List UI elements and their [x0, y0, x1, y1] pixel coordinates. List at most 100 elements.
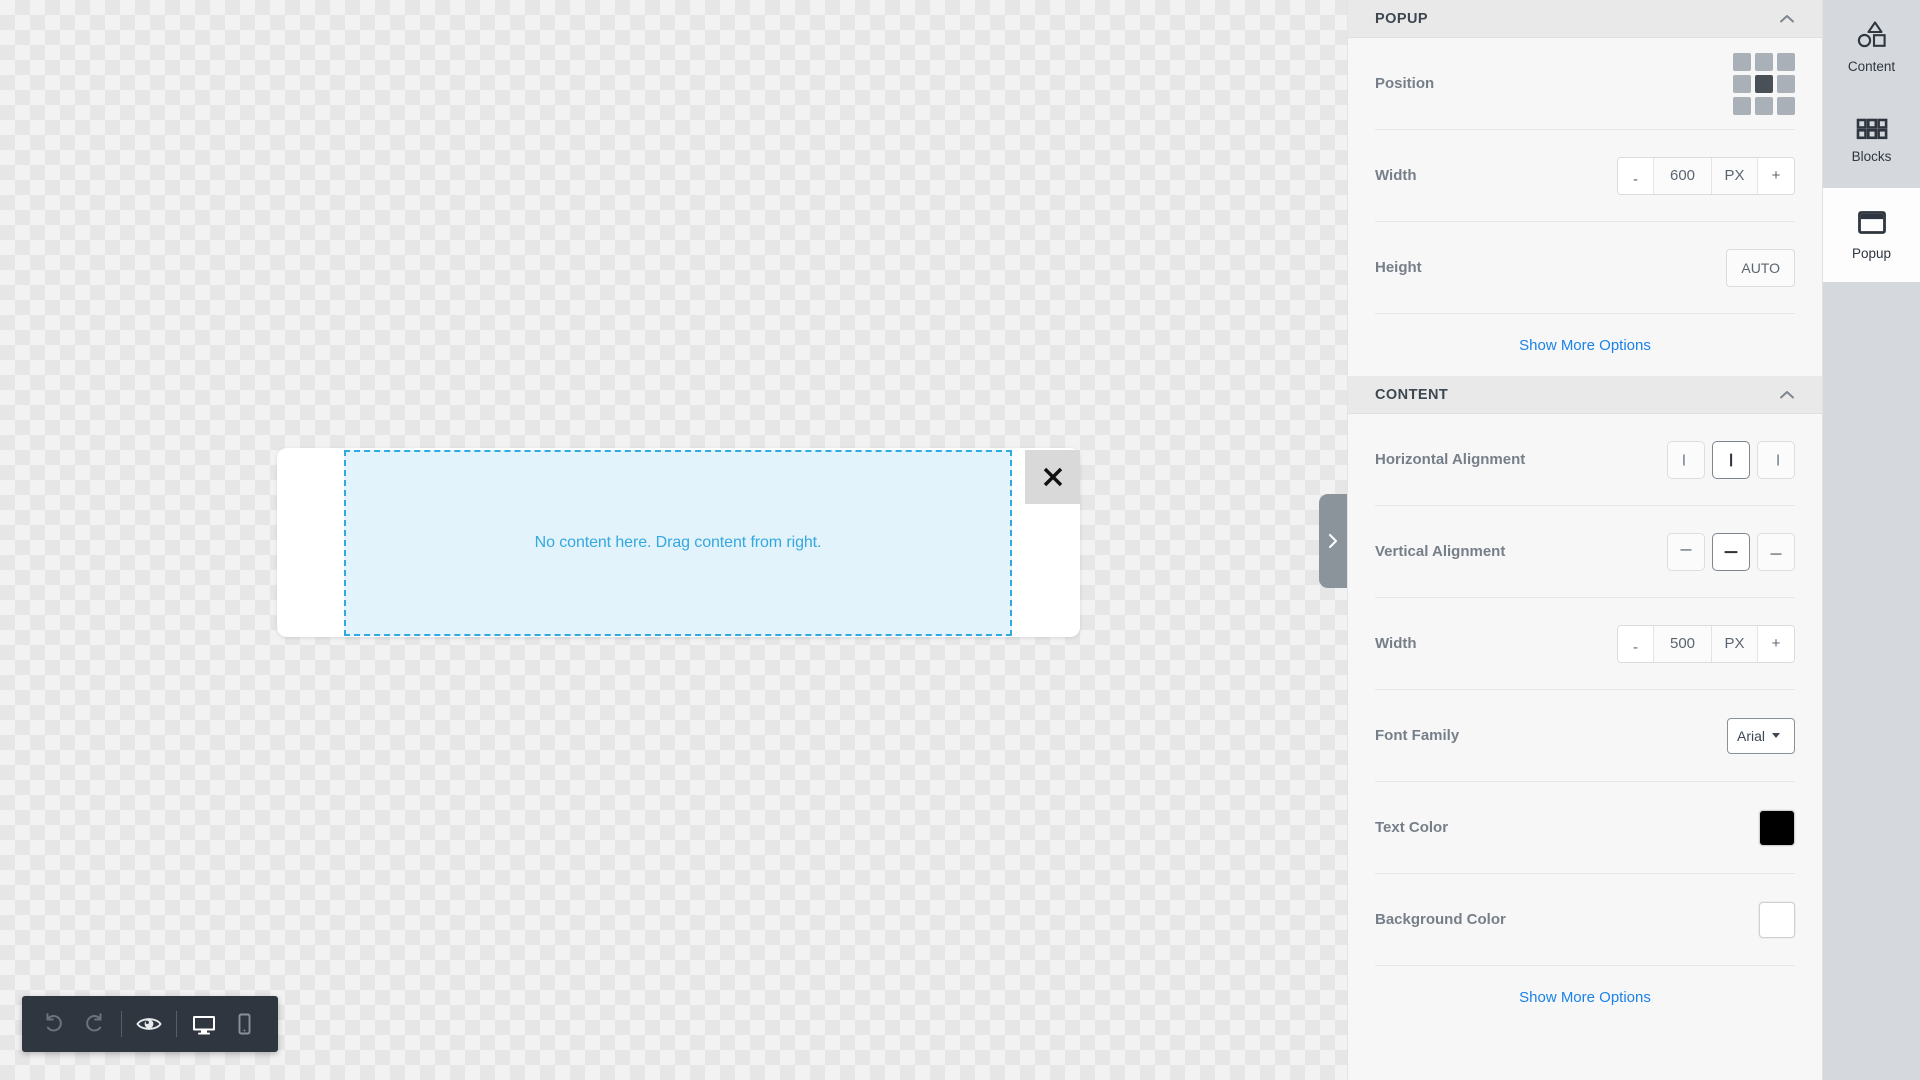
- popup-height-auto-button[interactable]: AUTO: [1726, 248, 1795, 287]
- align-middle-button[interactable]: [1712, 532, 1750, 571]
- popup-width-stepper[interactable]: - 600 PX +: [1617, 156, 1795, 195]
- popup-close-button[interactable]: [1025, 450, 1080, 504]
- content-show-more-options-link[interactable]: Show More Options: [1519, 989, 1651, 1006]
- position-cell-bottom-center[interactable]: [1755, 96, 1773, 115]
- rail-item-popup[interactable]: Popup: [1823, 188, 1920, 282]
- mobile-view-button[interactable]: [224, 1004, 264, 1044]
- label-text-color: Text Color: [1375, 819, 1449, 836]
- section-body-content: Horizontal Alignment Vertical Alignment …: [1348, 414, 1822, 1028]
- label-font-family: Font Family: [1375, 727, 1460, 744]
- font-family-select[interactable]: Arial: [1727, 717, 1795, 754]
- label-content-width: Width: [1375, 635, 1417, 652]
- rail-label-popup: Popup: [1851, 246, 1892, 261]
- label-popup-width: Width: [1375, 167, 1417, 184]
- background-color-swatch[interactable]: [1759, 901, 1795, 938]
- undo-arrow-icon: [46, 1013, 62, 1032]
- align-left-icon: [1683, 454, 1685, 465]
- label-vertical-alignment: Vertical Alignment: [1375, 543, 1506, 560]
- popup-show-more-options-link[interactable]: Show More Options: [1519, 337, 1651, 354]
- row-background-color: Background Color: [1375, 874, 1795, 966]
- chevron-right-icon: [1328, 533, 1338, 549]
- right-icon-rail: Content Blocks Popup: [1822, 0, 1920, 1080]
- rail-label-content: Content: [1847, 59, 1896, 74]
- desktop-view-button[interactable]: [184, 1004, 224, 1044]
- grid-blocks-icon: [1856, 118, 1887, 140]
- row-content-width: Width - 500 PX +: [1375, 598, 1795, 690]
- mobile-phone-icon: [238, 1013, 251, 1035]
- position-cell-bottom-right[interactable]: [1777, 96, 1795, 115]
- rail-item-blocks[interactable]: Blocks: [1823, 94, 1920, 188]
- align-right-button[interactable]: [1757, 440, 1795, 479]
- eye-preview-icon: [136, 1018, 162, 1030]
- popup-builder-app: No content here. Drag content from right…: [0, 0, 1920, 1080]
- align-right-icon: [1777, 454, 1779, 465]
- popup-window-icon: [1857, 211, 1886, 234]
- design-canvas[interactable]: No content here. Drag content from right…: [0, 0, 1347, 1080]
- align-top-button[interactable]: [1667, 532, 1705, 571]
- settings-panel[interactable]: POPUP Position Width - 600 PX + Height A…: [1347, 0, 1822, 1080]
- label-popup-height: Height: [1375, 259, 1422, 276]
- content-show-more-options-row: Show More Options: [1375, 966, 1795, 1028]
- rail-label-blocks: Blocks: [1851, 149, 1892, 164]
- section-title-popup: POPUP: [1375, 10, 1429, 27]
- chevron-down-icon: [1772, 733, 1781, 738]
- align-center-button[interactable]: [1712, 440, 1750, 479]
- row-popup-width: Width - 600 PX +: [1375, 130, 1795, 222]
- position-cell-top-left[interactable]: [1733, 52, 1751, 71]
- position-cell-bottom-left[interactable]: [1733, 96, 1751, 115]
- horizontal-alignment-group[interactable]: [1667, 440, 1795, 479]
- toolbar-divider: [121, 1011, 122, 1037]
- align-left-button[interactable]: [1667, 440, 1705, 479]
- popup-width-decrement[interactable]: -: [1618, 157, 1654, 194]
- popup-content-dropzone[interactable]: No content here. Drag content from right…: [344, 450, 1012, 636]
- align-bottom-button[interactable]: [1757, 532, 1795, 571]
- section-header-content[interactable]: CONTENT: [1348, 376, 1822, 414]
- label-position: Position: [1375, 75, 1435, 92]
- position-cell-middle-left[interactable]: [1733, 74, 1751, 93]
- font-family-value: Arial: [1737, 727, 1766, 744]
- panel-collapse-handle[interactable]: [1319, 494, 1347, 588]
- popup-width-increment[interactable]: +: [1758, 157, 1794, 194]
- vertical-alignment-group[interactable]: [1667, 532, 1795, 571]
- label-background-color: Background Color: [1375, 911, 1506, 928]
- row-popup-position: Position: [1375, 38, 1795, 130]
- redo-arrow-icon: [86, 1013, 102, 1032]
- section-body-popup: Position Width - 600 PX + Height AUTO Sh…: [1348, 38, 1822, 376]
- canvas-bottom-toolbar: [22, 996, 278, 1052]
- redo-button[interactable]: [74, 1004, 114, 1044]
- preview-button[interactable]: [129, 1004, 169, 1044]
- rail-item-content[interactable]: Content: [1823, 0, 1920, 94]
- position-cell-middle-center[interactable]: [1755, 74, 1773, 93]
- chevron-up-icon[interactable]: [1778, 389, 1796, 401]
- content-width-increment[interactable]: +: [1758, 625, 1794, 662]
- position-cell-top-center[interactable]: [1755, 52, 1773, 71]
- undo-button[interactable]: [34, 1004, 74, 1044]
- popup-width-value[interactable]: 600: [1654, 157, 1712, 194]
- align-center-icon: [1730, 453, 1733, 466]
- popup-show-more-options-row: Show More Options: [1375, 314, 1795, 376]
- row-horizontal-alignment: Horizontal Alignment: [1375, 414, 1795, 506]
- row-font-family: Font Family Arial: [1375, 690, 1795, 782]
- row-text-color: Text Color: [1375, 782, 1795, 874]
- position-cell-middle-right[interactable]: [1777, 74, 1795, 93]
- rail-filler: [1823, 282, 1920, 1080]
- align-middle-icon: [1724, 550, 1738, 553]
- position-cell-top-right[interactable]: [1777, 52, 1795, 71]
- section-header-popup[interactable]: POPUP: [1348, 0, 1822, 38]
- text-color-swatch[interactable]: [1759, 809, 1795, 846]
- content-width-stepper[interactable]: - 500 PX +: [1617, 624, 1795, 663]
- position-grid[interactable]: [1733, 52, 1795, 115]
- content-width-decrement[interactable]: -: [1618, 625, 1654, 662]
- chevron-up-icon[interactable]: [1778, 13, 1796, 25]
- popup-width-unit[interactable]: PX: [1712, 157, 1758, 194]
- dropzone-empty-text: No content here. Drag content from right…: [534, 534, 822, 551]
- content-width-value[interactable]: 500: [1654, 625, 1712, 662]
- close-x-icon: [1043, 467, 1062, 487]
- toolbar-divider: [176, 1011, 177, 1037]
- align-bottom-icon: [1770, 552, 1782, 555]
- shapes-content-icon: [1857, 21, 1886, 48]
- content-width-unit[interactable]: PX: [1712, 625, 1758, 662]
- section-title-content: CONTENT: [1375, 386, 1449, 403]
- desktop-monitor-icon: [193, 1016, 215, 1035]
- align-top-icon: [1680, 548, 1692, 551]
